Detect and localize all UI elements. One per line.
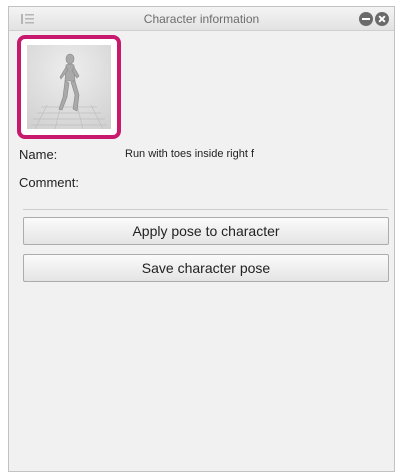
panel-titlebar: Character information bbox=[9, 7, 394, 31]
section-divider bbox=[23, 209, 388, 210]
pose-thumbnail[interactable] bbox=[27, 45, 111, 129]
name-label: Name: bbox=[19, 147, 58, 162]
apply-pose-button[interactable]: Apply pose to character bbox=[23, 217, 389, 245]
pose-figure-icon bbox=[31, 53, 107, 129]
character-information-panel: Character information Name: Run with toe… bbox=[8, 6, 395, 472]
name-value: Run with toes inside right f bbox=[125, 148, 255, 160]
minimize-icon[interactable] bbox=[359, 12, 373, 26]
pose-thumbnail-highlight bbox=[17, 35, 121, 139]
panel-title: Character information bbox=[143, 12, 260, 26]
save-pose-button[interactable]: Save character pose bbox=[23, 254, 389, 282]
comment-label: Comment: bbox=[19, 175, 79, 190]
close-icon[interactable] bbox=[375, 12, 389, 26]
